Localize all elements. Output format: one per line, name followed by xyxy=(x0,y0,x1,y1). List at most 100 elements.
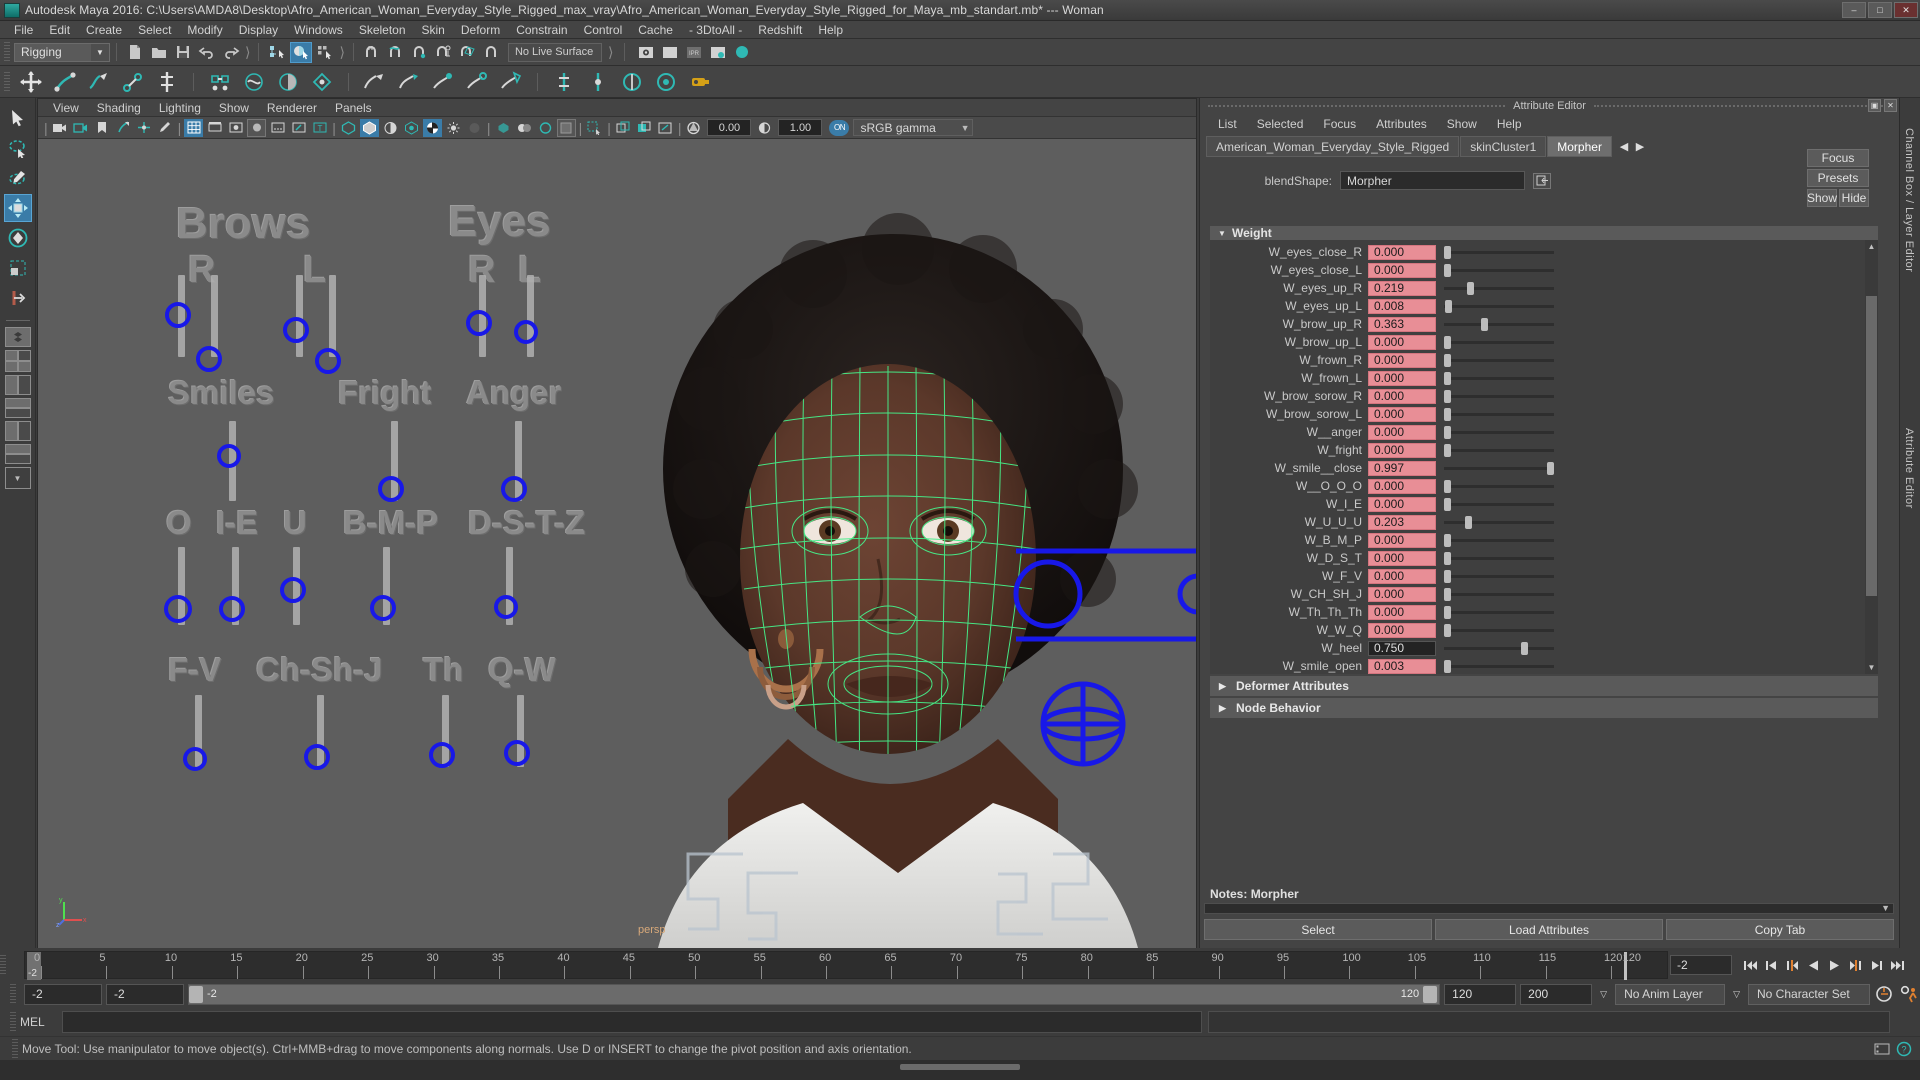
film-gate-icon[interactable] xyxy=(205,119,224,137)
menu-constrain[interactable]: Constrain xyxy=(508,21,575,39)
copy-tab-button[interactable]: Copy Tab xyxy=(1666,919,1894,940)
blend-shape-icon[interactable] xyxy=(360,69,390,95)
viewport-effect-icon[interactable] xyxy=(556,118,576,137)
snap-curve-icon[interactable] xyxy=(385,42,407,63)
new-scene-icon[interactable] xyxy=(124,42,146,63)
orient-constraint-icon[interactable] xyxy=(617,69,647,95)
animation-preferences-icon[interactable] xyxy=(1899,983,1920,1005)
ik-spline-icon[interactable] xyxy=(84,69,114,95)
window-controls[interactable]: – □ ✕ xyxy=(1842,2,1918,18)
layout-cell[interactable] xyxy=(4,421,18,441)
weight-slider[interactable] xyxy=(1444,353,1554,368)
weight-slider[interactable] xyxy=(1444,245,1554,260)
select-camera-icon[interactable] xyxy=(51,119,70,137)
lock-camera-icon[interactable] xyxy=(72,119,91,137)
interactive-bind-icon[interactable] xyxy=(307,69,337,95)
range-start-field[interactable]: -2 xyxy=(24,983,102,1005)
character-set-dropdown-icon[interactable]: ▽ xyxy=(1729,989,1744,1000)
step-back-keyframe-icon[interactable] xyxy=(1761,954,1782,976)
time-slider-track[interactable]: -2 120 0 5 10 15 20 25 30 35 40 45 50 55 60 65 70 75 80 8… xyxy=(24,951,1668,980)
help-line-grip[interactable] xyxy=(12,1038,18,1059)
menu-3dtoall[interactable]: - 3DtoAll - xyxy=(681,21,750,39)
weight-slider[interactable] xyxy=(1444,533,1554,548)
range-bar[interactable]: -2 120 xyxy=(188,983,1441,1005)
timeslider-grip[interactable] xyxy=(0,955,6,975)
weight-slider-handle[interactable] xyxy=(1444,335,1451,349)
play-forwards-icon[interactable] xyxy=(1824,954,1845,976)
wire-tool-icon[interactable] xyxy=(496,69,526,95)
layout-cell[interactable] xyxy=(4,361,18,372)
bookmark-icon[interactable] xyxy=(93,119,112,137)
snap-projected-icon[interactable] xyxy=(433,42,455,63)
lattice-icon[interactable] xyxy=(394,69,424,95)
skeleton-tool-icon[interactable] xyxy=(152,69,182,95)
deformer-attributes-section[interactable]: ▶ Deformer Attributes xyxy=(1210,676,1878,696)
weight-list[interactable]: W_eyes_close_R 0.000 W_eyes_close_L 0.000 W_… xyxy=(1210,240,1878,674)
weight-slider[interactable] xyxy=(1444,497,1554,512)
shaded-wireframe-icon[interactable] xyxy=(402,119,421,137)
rig-control-handle[interactable] xyxy=(219,596,245,622)
ik-handle-icon[interactable] xyxy=(50,69,80,95)
last-tool-icon[interactable] xyxy=(4,284,32,312)
viewport-menu-panels[interactable]: Panels xyxy=(326,101,381,115)
mel-label[interactable]: MEL xyxy=(20,1015,62,1029)
aim-constraint-icon[interactable] xyxy=(651,69,681,95)
weight-value-field[interactable]: 0.000 xyxy=(1368,568,1436,584)
weight-slider[interactable] xyxy=(1444,299,1554,314)
quick-layout-outliner-persp[interactable] xyxy=(4,375,31,395)
select-region-icon[interactable] xyxy=(656,119,675,137)
weight-slider[interactable] xyxy=(1444,605,1554,620)
menu-deform[interactable]: Deform xyxy=(453,21,508,39)
scrollbar-thumb[interactable] xyxy=(1866,296,1877,596)
show-button[interactable]: Show xyxy=(1807,189,1837,207)
expand-triangle-icon[interactable]: ▶ xyxy=(1219,703,1226,714)
node-behavior-section[interactable]: ▶ Node Behavior xyxy=(1210,698,1878,718)
tab-skincluster1[interactable]: skinCluster1 xyxy=(1460,136,1547,157)
character-head-model[interactable] xyxy=(598,139,1196,948)
weight-slider-handle[interactable] xyxy=(1444,353,1451,367)
presets-button[interactable]: Presets xyxy=(1807,169,1869,187)
film-strip-icon[interactable] xyxy=(1874,1041,1890,1057)
menu-help[interactable]: Help xyxy=(810,21,851,39)
weight-slider-handle[interactable] xyxy=(1444,587,1451,601)
layout-cell[interactable] xyxy=(4,454,31,464)
viewport-3d-scene[interactable]: Brows R L Eyes R L Smiles Fright Anger O I-E U B-M-P… xyxy=(38,139,1196,948)
quick-layout-graph-editor[interactable] xyxy=(4,398,31,418)
range-right-handle[interactable] xyxy=(1423,985,1438,1003)
layout-cell[interactable] xyxy=(4,375,18,395)
quick-layout-single[interactable] xyxy=(4,327,31,347)
weight-slider-handle[interactable] xyxy=(1444,533,1451,547)
scale-tool-icon[interactable] xyxy=(4,254,32,282)
weight-slider-handle[interactable] xyxy=(1464,515,1472,529)
rig-control-handle[interactable] xyxy=(466,310,492,336)
weight-slider-handle[interactable] xyxy=(1444,245,1451,259)
paint-select-tool-icon[interactable] xyxy=(4,164,32,192)
weight-slider-handle[interactable] xyxy=(1444,263,1451,277)
flat-shading-icon[interactable] xyxy=(381,119,400,137)
menu-control[interactable]: Control xyxy=(576,21,631,39)
menu-skin[interactable]: Skin xyxy=(414,21,453,39)
expand-triangle-icon[interactable]: ▶ xyxy=(1219,681,1226,692)
menu-skeleton[interactable]: Skeleton xyxy=(351,21,414,39)
render-view-icon[interactable] xyxy=(635,42,657,63)
paint-weights-icon[interactable] xyxy=(273,69,303,95)
grease-pencil-icon[interactable] xyxy=(156,119,175,137)
weight-value-field[interactable]: 0.750 xyxy=(1368,640,1436,656)
weight-value-field[interactable]: 0.000 xyxy=(1368,262,1436,278)
weight-value-field[interactable]: 0.000 xyxy=(1368,622,1436,638)
go-to-end-icon[interactable] xyxy=(1887,954,1908,976)
rig-control-handle[interactable] xyxy=(514,320,538,344)
command-line-grip[interactable] xyxy=(10,1012,16,1032)
anim-layer-select[interactable]: No Anim Layer xyxy=(1615,983,1726,1005)
weight-slider[interactable] xyxy=(1444,461,1554,476)
weight-value-field[interactable]: 0.219 xyxy=(1368,280,1436,296)
layout-cell[interactable] xyxy=(17,350,31,361)
chevron-down-icon[interactable]: ▼ xyxy=(91,43,109,61)
focus-button[interactable]: Focus xyxy=(1807,149,1869,167)
weight-value-field[interactable]: 0.000 xyxy=(1368,550,1436,566)
layout-cell[interactable] xyxy=(4,408,31,418)
weight-slider[interactable] xyxy=(1444,515,1554,530)
weight-value-field[interactable]: 0.363 xyxy=(1368,316,1436,332)
weight-slider-handle[interactable] xyxy=(1444,425,1451,439)
mel-input-field[interactable] xyxy=(62,1011,1202,1033)
